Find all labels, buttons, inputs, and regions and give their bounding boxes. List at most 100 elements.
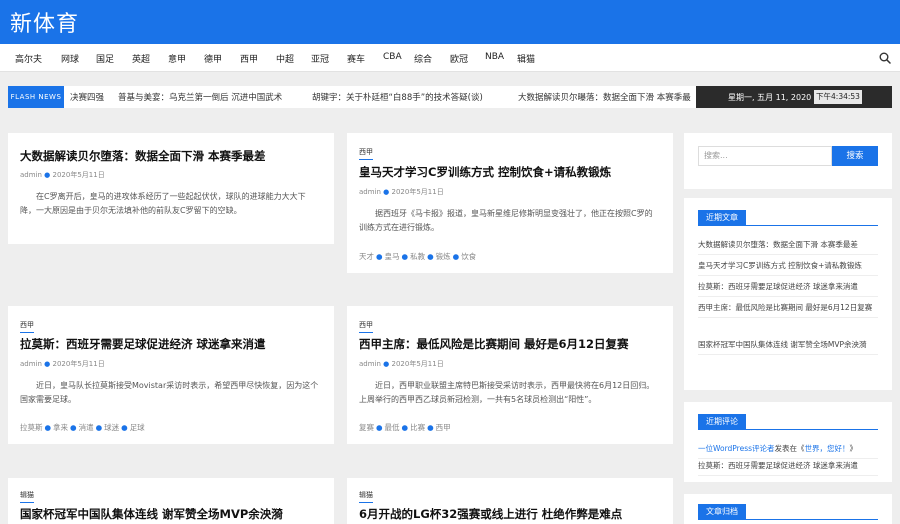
post-author[interactable]: admin [359, 188, 381, 196]
nav-item-csl[interactable]: 中超 [276, 52, 294, 65]
recent-comment-post[interactable]: 拉莫斯：西班牙需要足球促进经济 球迷拿来消遣 [698, 459, 878, 476]
nav-item-cba[interactable]: CBA [383, 52, 402, 62]
post-category[interactable]: 辑猫 [20, 490, 34, 503]
news-ticker: 决赛四强 普基与美宴：乌克兰第一倒后 沉进中国武术 胡键宇：关于朴廷桓“白88手… [68, 86, 696, 108]
meta-dot: ● [44, 360, 51, 368]
post-title[interactable]: 皇马天才学习C罗训练方式 控制饮食+请私教锻炼 [359, 164, 611, 180]
post-tag[interactable]: 锻炼 [436, 252, 451, 261]
date-time-box: 星期一, 五月 11, 2020 下午4:34:53 [696, 86, 892, 108]
post-excerpt: 近日，西甲职业联盟主席特巴斯接受采访时表示，西甲最快将在6月12日回归。上周举行… [359, 381, 655, 404]
ticker-item[interactable]: 决赛四强 [70, 91, 104, 103]
tag-dot: ● [401, 252, 409, 261]
nav-item-jimao[interactable]: 辑猫 [517, 52, 535, 65]
search-widget: 搜索... 搜索 [684, 133, 892, 189]
ticker-item[interactable]: 普基与美宴：乌克兰第一倒后 沉进中国武术 [118, 91, 282, 103]
post-card: 辑猫 6月开战的LG杯32强赛或线上进行 杜绝作弊是难点 [347, 478, 673, 524]
post-title[interactable]: 拉莫斯：西班牙需要足球促进经济 球迷拿来消遣 [20, 336, 266, 352]
post-tag[interactable]: 皇马 [385, 252, 400, 261]
flash-news-bar: FLASH NEWS 决赛四强 普基与美宴：乌克兰第一倒后 沉进中国武术 胡键宇… [8, 86, 892, 108]
tag-dot: ● [376, 423, 383, 432]
post-tag[interactable]: 西甲 [436, 423, 451, 432]
recent-posts-widget: 近期文章 大数据解读贝尔堕落：数据全面下滑 本赛季最差 皇马天才学习C罗训练方式… [684, 198, 892, 390]
comment-post-link[interactable]: 世界，您好！ [805, 444, 850, 453]
post-title[interactable]: 西甲主席：最低风险是比赛期间 最好是6月12日复赛 [359, 336, 629, 352]
post-category[interactable]: 西甲 [359, 320, 373, 333]
nav-item-ucl[interactable]: 欧冠 [450, 52, 468, 65]
current-time: 下午4:34:53 [814, 90, 862, 104]
recent-post-link[interactable]: 拉莫斯：西班牙需要足球促进经济 球迷拿来消遣 [698, 280, 878, 297]
nav-item-nba[interactable]: NBA [485, 52, 504, 62]
tag-dot: ● [44, 423, 52, 432]
meta-dot: ● [44, 171, 51, 179]
nav-item-serie-a[interactable]: 意甲 [168, 52, 186, 65]
flash-news-label: FLASH NEWS [8, 86, 64, 108]
post-excerpt: 近日，皇马队长拉莫斯接受Movistar采访时表示，希望西甲尽快恢复，因为这个国… [20, 381, 319, 404]
post-tag[interactable]: 天才 [359, 252, 374, 261]
post-card: 辑猫 国家杯冠军中国队集体连线 谢军赞全场MVP余泱漪 [8, 478, 334, 524]
tag-dot: ● [427, 423, 434, 432]
widget-title: 近期评论 [698, 414, 746, 430]
nav-item-laliga[interactable]: 西甲 [240, 52, 258, 65]
recent-post-link[interactable]: 皇马天才学习C罗训练方式 控制饮食+请私教锻炼 [698, 259, 878, 276]
widget-title-rule [698, 429, 878, 430]
tag-dot: ● [427, 252, 434, 261]
comment-author-link[interactable]: 一位WordPress评论者 [698, 444, 775, 453]
nav-item-tennis[interactable]: 网球 [61, 52, 79, 65]
post-tag[interactable]: 足球 [130, 423, 145, 432]
nav-item-racing[interactable]: 赛车 [347, 52, 365, 65]
post-card: 西甲 拉莫斯：西班牙需要足球促进经济 球迷拿来消遣 admin ● 2020年5… [8, 306, 334, 444]
recent-post-link[interactable]: 西甲主席：最低风险是比赛期间 最好是6月12日复赛 [698, 301, 878, 318]
post-tag[interactable]: 饮食 [461, 252, 476, 261]
ticker-item[interactable]: 大数据解读贝尔曝落：数据全面下滑 本赛季最 [518, 91, 691, 103]
post-title[interactable]: 6月开战的LG杯32强赛或线上进行 杜绝作弊是难点 [359, 506, 622, 522]
post-tag[interactable]: 消遣 [79, 423, 94, 432]
post-title[interactable]: 大数据解读贝尔堕落：数据全面下滑 本赛季最差 [20, 148, 266, 164]
post-tags: 复赛 ● 最低 ● 比赛 ● 西甲 [359, 422, 451, 433]
tag-dot: ● [121, 423, 128, 432]
post-category[interactable]: 西甲 [20, 320, 34, 333]
tag-dot: ● [95, 423, 103, 432]
site-header: 新体育 [0, 0, 900, 44]
recent-comments-widget: 近期评论 一位WordPress评论者发表在《世界，您好！》 拉莫斯：西班牙需要… [684, 402, 892, 482]
post-date: 2020年5月11日 [52, 360, 105, 368]
sidebar-search-input[interactable]: 搜索... [698, 146, 832, 166]
nav-item-guozu[interactable]: 国足 [96, 52, 114, 65]
ticker-item[interactable]: 胡键宇：关于朴廷桓“白88手”的技术答疑(谈) [312, 91, 483, 103]
post-meta: admin ● 2020年5月11日 [359, 359, 444, 369]
post-tag[interactable]: 球迷 [104, 423, 119, 432]
nav-item-golf[interactable]: 高尔夫 [15, 52, 42, 65]
widget-title-rule [698, 519, 878, 520]
post-author[interactable]: admin [20, 360, 42, 368]
nav-item-acl[interactable]: 亚冠 [311, 52, 329, 65]
post-tag[interactable]: 复赛 [359, 423, 374, 432]
recent-post-link[interactable]: 国家杯冠军中国队集体连线 谢军赞全场MVP余泱漪 [698, 338, 878, 355]
post-author[interactable]: admin [359, 360, 381, 368]
post-title[interactable]: 国家杯冠军中国队集体连线 谢军赞全场MVP余泱漪 [20, 506, 283, 522]
post-meta: admin ● 2020年5月11日 [20, 170, 105, 180]
post-tag[interactable]: 私教 [410, 252, 425, 261]
nav-item-premier[interactable]: 英超 [132, 52, 150, 65]
post-tag[interactable]: 比赛 [410, 423, 425, 432]
nav-item-bundesliga[interactable]: 德甲 [204, 52, 222, 65]
post-tag[interactable]: 拉莫斯 [20, 423, 43, 432]
post-date: 2020年5月11日 [52, 171, 105, 179]
post-tag[interactable]: 最低 [385, 423, 400, 432]
recent-post-link[interactable]: 大数据解读贝尔堕落：数据全面下滑 本赛季最差 [698, 238, 878, 255]
post-date: 2020年5月11日 [391, 360, 444, 368]
tag-dot: ● [401, 423, 409, 432]
post-card: 西甲 西甲主席：最低风险是比赛期间 最好是6月12日复赛 admin ● 202… [347, 306, 673, 444]
comment-text: 》 [849, 444, 858, 453]
search-icon[interactable] [879, 52, 891, 64]
site-logo[interactable]: 新体育 [10, 6, 79, 38]
post-excerpt: 在C罗离开后，皇马的进攻体系经历了一些起起伏伏，球队的进球能力大大下降，一大原因… [20, 192, 306, 215]
post-tags: 天才 ● 皇马 ● 私教 ● 锻炼 ● 饮食 [359, 251, 476, 262]
sidebar-search-button[interactable]: 搜索 [832, 146, 878, 166]
post-meta: admin ● 2020年5月11日 [20, 359, 105, 369]
post-category[interactable]: 西甲 [359, 147, 373, 160]
post-category[interactable]: 辑猫 [359, 490, 373, 503]
post-tag[interactable]: 拿来 [53, 423, 68, 432]
post-author[interactable]: admin [20, 171, 42, 179]
nav-item-general[interactable]: 综合 [414, 52, 432, 65]
widget-title-rule [698, 225, 878, 226]
post-card: 大数据解读贝尔堕落：数据全面下滑 本赛季最差 admin ● 2020年5月11… [8, 133, 334, 244]
